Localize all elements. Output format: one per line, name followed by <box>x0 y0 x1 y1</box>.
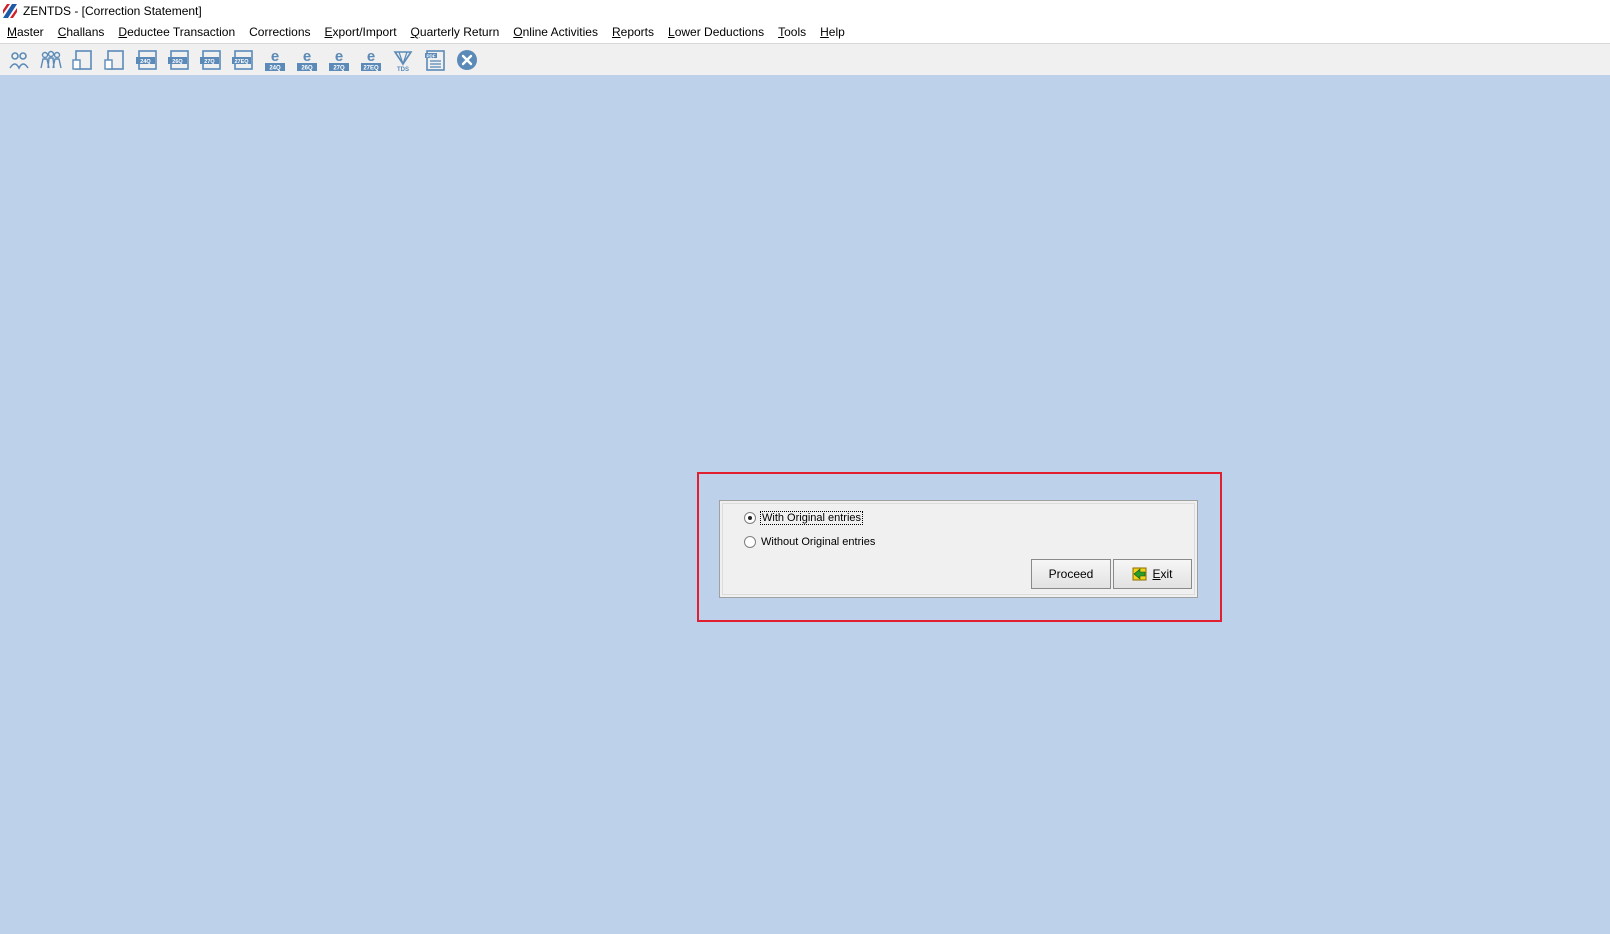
menu-item-4[interactable]: Export/Import <box>325 25 397 39</box>
tds-icon[interactable]: TDS <box>388 46 418 74</box>
e-27eq-icon[interactable]: e 27EQ <box>356 46 386 74</box>
svg-text:27EQ: 27EQ <box>234 58 249 64</box>
svg-text:26Q: 26Q <box>172 58 183 64</box>
correction-options-dialog: With Original entries Without Original e… <box>719 500 1198 598</box>
menu-item-9[interactable]: Tools <box>778 25 806 39</box>
menu-item-0[interactable]: Master <box>7 25 44 39</box>
proceed-button[interactable]: Proceed <box>1031 559 1111 589</box>
menu-item-3[interactable]: Corrections <box>249 25 310 39</box>
svg-text:e: e <box>335 48 343 65</box>
option-with-original-label: With Original entries <box>759 511 864 525</box>
svg-text:27Q: 27Q <box>333 65 345 71</box>
svg-text:24Q: 24Q <box>269 65 281 71</box>
option-with-original[interactable]: With Original entries <box>744 511 864 525</box>
option-without-original[interactable]: Without Original entries <box>744 536 875 548</box>
menu-item-7[interactable]: Reports <box>612 25 654 39</box>
svg-text:TDS: TDS <box>397 67 409 72</box>
menu-item-6[interactable]: Online Activities <box>513 25 598 39</box>
e-26q-icon[interactable]: e 26Q <box>292 46 322 74</box>
svg-text:e: e <box>303 48 311 65</box>
radio-without-original[interactable] <box>744 536 756 548</box>
svg-text:27EQ: 27EQ <box>363 65 379 71</box>
radio-with-original[interactable] <box>744 512 756 524</box>
e-24q-icon[interactable]: e 24Q <box>260 46 290 74</box>
menu-item-1[interactable]: Challans <box>58 25 105 39</box>
pdf-icon[interactable]: PDF <box>420 46 450 74</box>
svg-text:24Q: 24Q <box>140 58 151 64</box>
deductees-icon[interactable] <box>36 46 66 74</box>
menu-item-8[interactable]: Lower Deductions <box>668 25 764 39</box>
exit-icon <box>1132 567 1147 581</box>
menu-item-5[interactable]: Quarterly Return <box>411 25 500 39</box>
menu-item-10[interactable]: Help <box>820 25 845 39</box>
form-icon[interactable] <box>68 46 98 74</box>
toolbar: 24Q 26Q 27Q 27EQ e 24Q e 26Q e 27Q e 27EQ TDS PDF <box>0 43 1610 75</box>
close-icon[interactable] <box>452 46 482 74</box>
exit-label: Exit <box>1152 567 1173 581</box>
option-without-original-label: Without Original entries <box>761 536 876 548</box>
form-27q-icon[interactable]: 27Q <box>196 46 226 74</box>
e-27q-icon[interactable]: e 27Q <box>324 46 354 74</box>
form-alt-icon[interactable] <box>100 46 130 74</box>
svg-text:PDF: PDF <box>427 53 436 58</box>
deductor-icon[interactable] <box>4 46 34 74</box>
window-title: ZENTDS - [Correction Statement] <box>23 4 202 18</box>
svg-text:27Q: 27Q <box>204 58 215 64</box>
menu-bar: Master Challans Deductee Transaction Correc… <box>0 22 1610 42</box>
proceed-label: Proceed <box>1048 567 1094 581</box>
menu-item-2[interactable]: Deductee Transaction <box>118 25 235 39</box>
form-26q-icon[interactable]: 26Q <box>164 46 194 74</box>
form-24q-icon[interactable]: 24Q <box>132 46 162 74</box>
form-27eq-icon[interactable]: 27EQ <box>228 46 258 74</box>
app-logo-icon <box>3 4 17 18</box>
title-bar: ZENTDS - [Correction Statement] <box>0 0 1610 22</box>
exit-button[interactable]: Exit <box>1113 559 1192 589</box>
svg-text:26Q: 26Q <box>301 65 313 71</box>
svg-text:e: e <box>367 48 375 65</box>
svg-text:e: e <box>271 48 279 65</box>
